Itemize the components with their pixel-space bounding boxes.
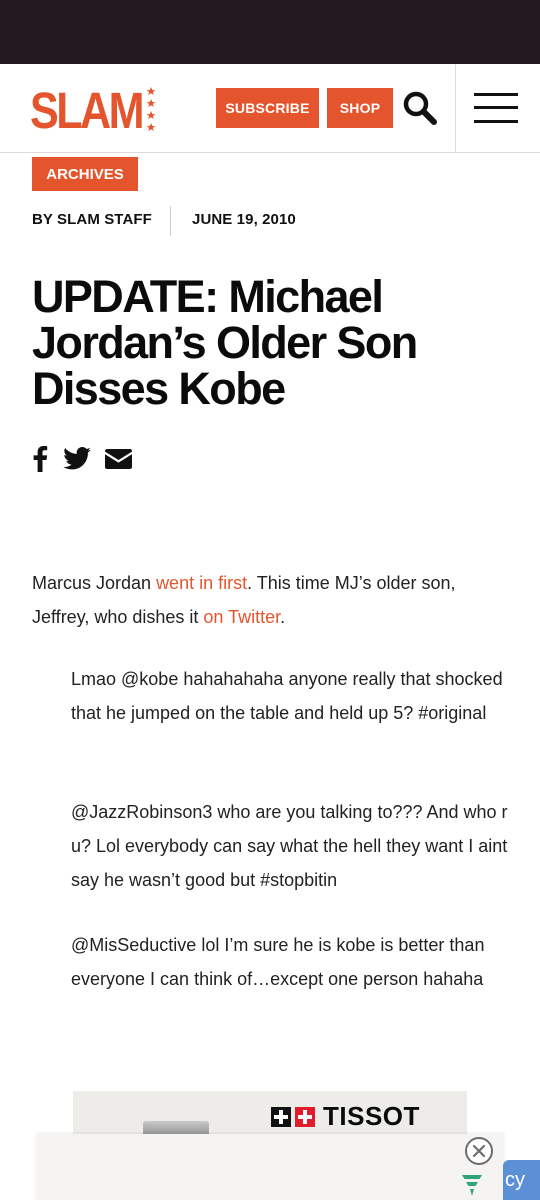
site-header: SLAM SUBSCRIBE SHOP: [0, 64, 540, 153]
ad-overlay-banner[interactable]: [36, 1134, 504, 1200]
email-icon[interactable]: [105, 449, 132, 469]
went-in-first-link[interactable]: went in first: [156, 573, 247, 593]
header-divider: [455, 64, 456, 152]
logo-text: SLAM: [30, 84, 142, 134]
ad-brand-logo: TISSOT: [271, 1101, 420, 1132]
ad-network-logo-icon: [462, 1175, 482, 1196]
lead-text: Marcus Jordan: [32, 573, 157, 593]
shop-button[interactable]: SHOP: [327, 88, 393, 128]
on-twitter-link[interactable]: on Twitter: [203, 607, 280, 627]
author-byline[interactable]: BY SLAM STAFF: [32, 211, 152, 228]
slam-logo[interactable]: SLAM: [30, 84, 158, 134]
status-bar: [0, 0, 540, 64]
article-lead-paragraph: Marcus Jordan went in first. This time M…: [32, 566, 512, 634]
category-tag[interactable]: ARCHIVES: [32, 157, 138, 191]
lead-text: .: [280, 607, 286, 627]
privacy-settings-tab[interactable]: cy: [503, 1160, 540, 1200]
publish-date: JUNE 19, 2010: [192, 211, 296, 228]
tweet-quote: @MisSeductive lol I’m sure he is kobe is…: [71, 935, 485, 989]
subscribe-button[interactable]: SUBSCRIBE: [216, 88, 319, 128]
byline-divider: [170, 206, 171, 236]
ad-brand-text: TISSOT: [323, 1101, 420, 1131]
article-title: UPDATE: Michael Jordan’s Older Son Disse…: [32, 271, 418, 414]
tweet-quote: @JazzRobinson3 who are you talking to???…: [71, 802, 508, 890]
twitter-icon[interactable]: [63, 447, 91, 470]
tweet-quote: Lmao @kobe hahahahaha anyone really that…: [71, 669, 503, 723]
search-icon[interactable]: [402, 90, 438, 126]
facebook-icon[interactable]: [32, 446, 48, 472]
hamburger-menu-icon[interactable]: [474, 91, 520, 125]
close-x-icon: [472, 1144, 486, 1158]
close-icon[interactable]: [465, 1137, 493, 1165]
